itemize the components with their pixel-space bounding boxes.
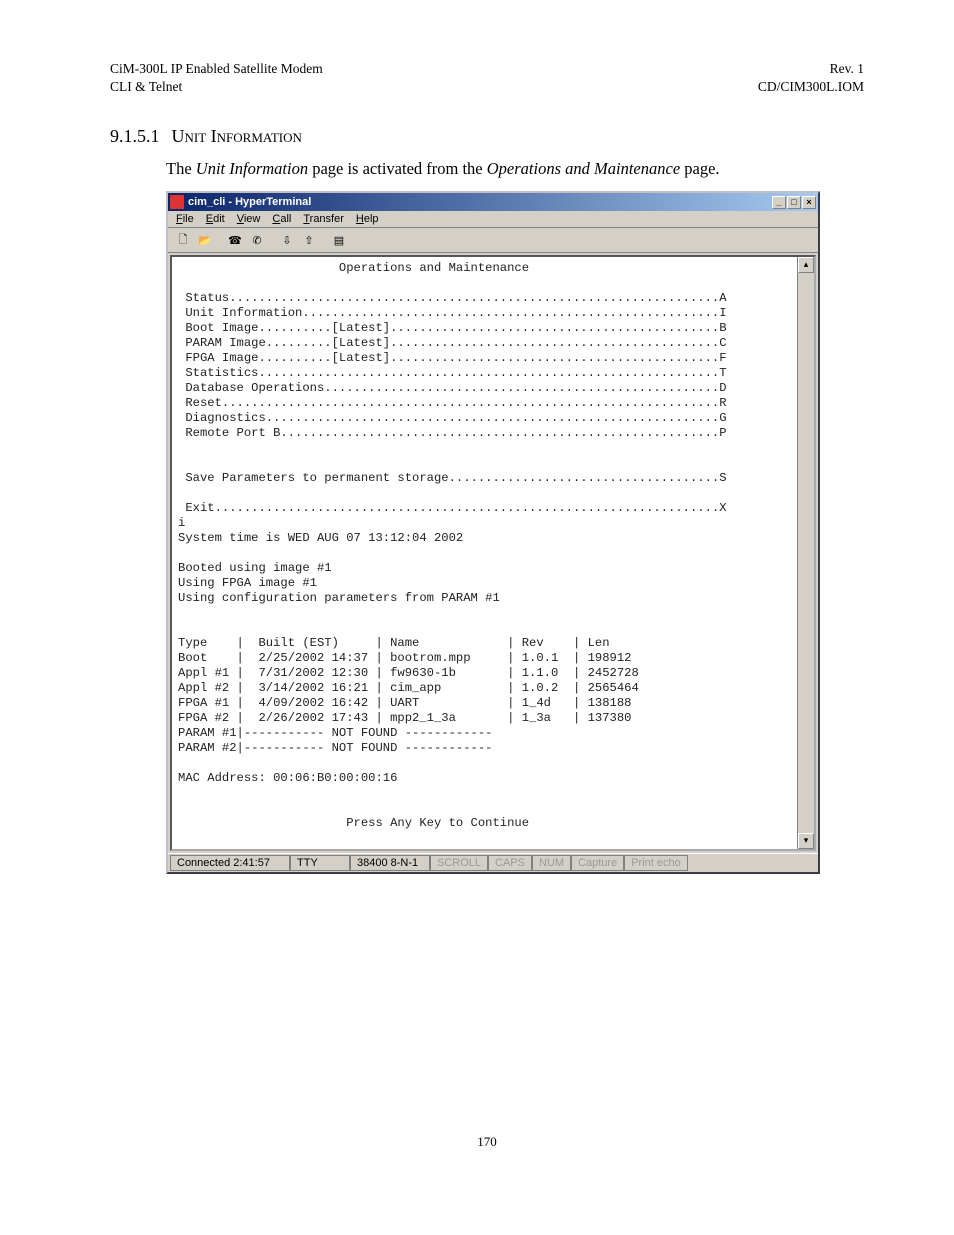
header-right-line1: Rev. 1 bbox=[758, 60, 864, 78]
statusbar: Connected 2:41:57 TTY 38400 8-N-1 SCROLL… bbox=[168, 853, 818, 872]
scroll-track[interactable] bbox=[798, 273, 814, 833]
status-num: NUM bbox=[532, 855, 571, 871]
intro-mid: page is activated from the bbox=[308, 159, 487, 178]
section-number: 9.1.5.1 bbox=[110, 126, 160, 147]
menubar: File Edit View Call Transfer Help bbox=[168, 211, 818, 228]
menu-help[interactable]: Help bbox=[356, 213, 379, 225]
header-left-line2: CLI & Telnet bbox=[110, 78, 323, 96]
intro-suffix: page. bbox=[680, 159, 719, 178]
menu-edit[interactable]: Edit bbox=[206, 213, 225, 225]
send-icon[interactable]: ⇩ bbox=[276, 230, 298, 250]
terminal-output[interactable]: Operations and Maintenance Status.......… bbox=[172, 257, 798, 849]
status-caps: CAPS bbox=[488, 855, 532, 871]
open-icon[interactable]: 📂 bbox=[194, 230, 216, 250]
terminal-area: Operations and Maintenance Status.......… bbox=[170, 255, 816, 851]
window-titlebar[interactable]: cim_cli - HyperTerminal _ □ × bbox=[168, 193, 818, 211]
header-right: Rev. 1 CD/CIM300L.IOM bbox=[758, 60, 864, 96]
call-disconnect-icon[interactable]: ✆ bbox=[246, 230, 268, 250]
menu-file[interactable]: File bbox=[176, 213, 194, 225]
status-emulation: TTY bbox=[290, 855, 350, 871]
scroll-down-icon[interactable]: ▾ bbox=[798, 833, 814, 849]
window-title: cim_cli - HyperTerminal bbox=[188, 196, 772, 208]
status-scroll: SCROLL bbox=[430, 855, 488, 871]
intro-em1: Unit Information bbox=[196, 159, 308, 178]
receive-icon[interactable]: ⇧ bbox=[298, 230, 320, 250]
menu-transfer[interactable]: Transfer bbox=[303, 213, 344, 225]
status-capture: Capture bbox=[571, 855, 624, 871]
app-icon bbox=[170, 195, 184, 209]
status-connected: Connected 2:41:57 bbox=[170, 855, 290, 871]
minimize-button[interactable]: _ bbox=[772, 196, 786, 209]
status-printecho: Print echo bbox=[624, 855, 688, 871]
doc-header: CiM-300L IP Enabled Satellite Modem CLI … bbox=[110, 60, 864, 96]
header-right-line2: CD/CIM300L.IOM bbox=[758, 78, 864, 96]
hyperterminal-window: cim_cli - HyperTerminal _ □ × File Edit … bbox=[166, 191, 820, 874]
status-rate: 38400 8-N-1 bbox=[350, 855, 430, 871]
properties-icon[interactable]: ▤ bbox=[328, 230, 350, 250]
section-intro: The Unit Information page is activated f… bbox=[166, 159, 864, 179]
scroll-up-icon[interactable]: ▴ bbox=[798, 257, 814, 273]
close-button[interactable]: × bbox=[802, 196, 816, 209]
intro-em2: Operations and Maintenance bbox=[487, 159, 680, 178]
header-left: CiM-300L IP Enabled Satellite Modem CLI … bbox=[110, 60, 323, 96]
toolbar: 🗋 📂 ☎ ✆ ⇩ ⇧ ▤ bbox=[168, 228, 818, 253]
menu-call[interactable]: Call bbox=[272, 213, 291, 225]
section-heading: 9.1.5.1 Unit Information bbox=[110, 126, 864, 147]
intro-text: The bbox=[166, 159, 196, 178]
maximize-button[interactable]: □ bbox=[787, 196, 801, 209]
header-left-line1: CiM-300L IP Enabled Satellite Modem bbox=[110, 60, 323, 78]
call-connect-icon[interactable]: ☎ bbox=[224, 230, 246, 250]
new-doc-icon[interactable]: 🗋 bbox=[172, 230, 194, 250]
page-number: 170 bbox=[110, 1134, 864, 1150]
menu-view[interactable]: View bbox=[237, 213, 261, 225]
section-title: Unit Information bbox=[172, 126, 302, 146]
vertical-scrollbar[interactable]: ▴ ▾ bbox=[797, 257, 814, 849]
